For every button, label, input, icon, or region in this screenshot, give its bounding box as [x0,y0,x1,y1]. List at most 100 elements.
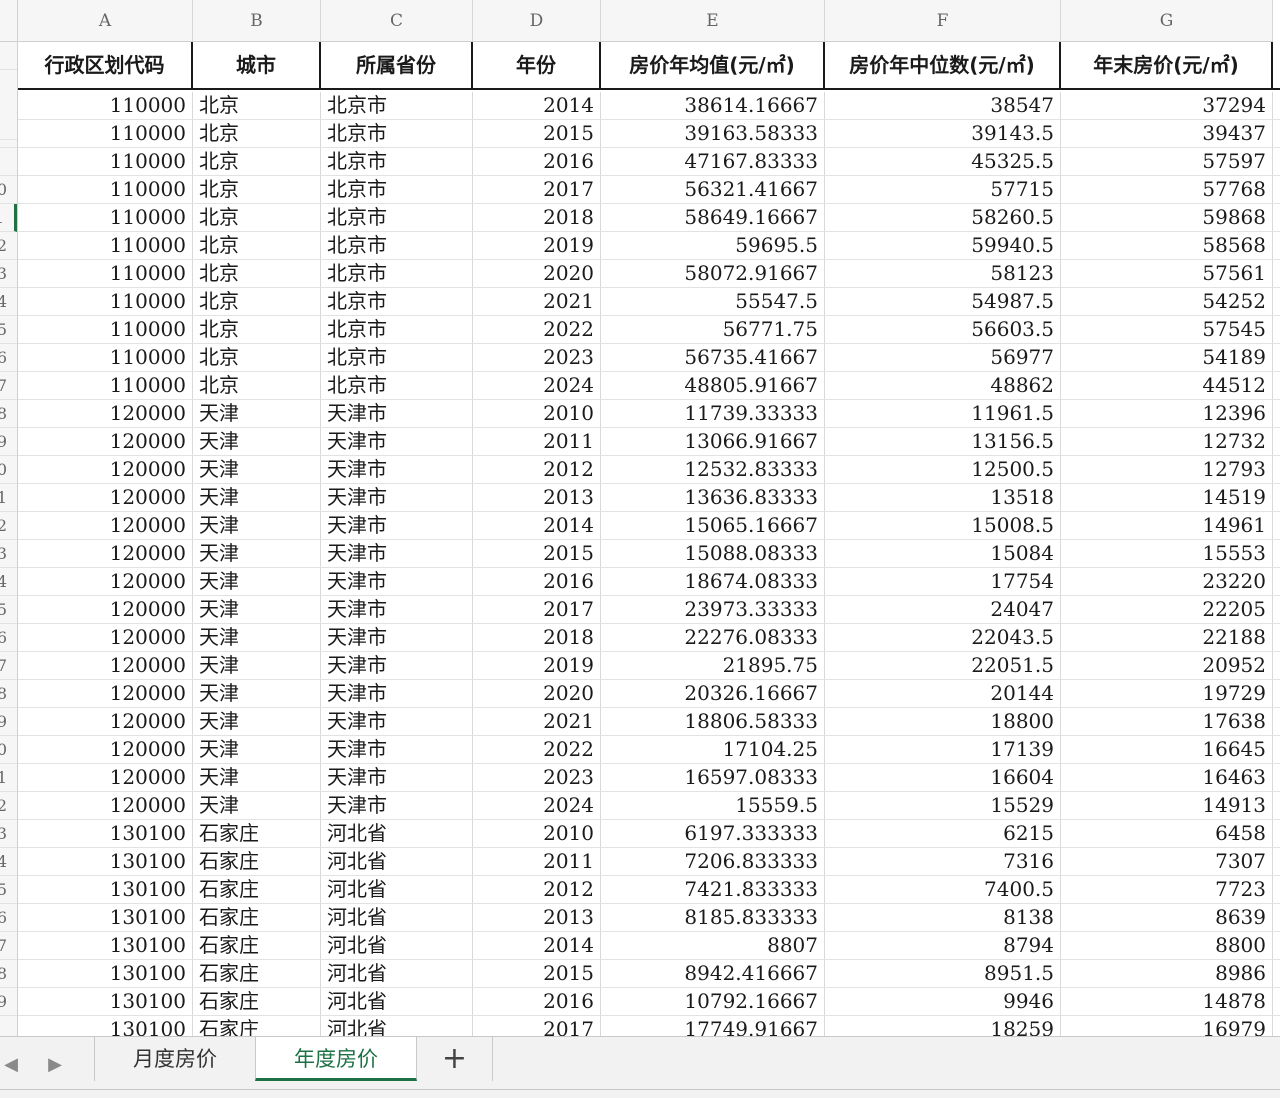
table-cell[interactable]: 石家庄 [193,848,321,875]
table-cell[interactable]: 12396 [1061,400,1273,427]
table-cell[interactable]: 8800 [1061,932,1273,959]
table-cell[interactable]: 58260.5 [825,204,1061,231]
row-header[interactable]: 0 [0,176,17,204]
table-cell[interactable]: 44512 [1061,372,1273,399]
table-cell[interactable]: 16645 [1061,736,1273,763]
column-header-c[interactable]: C [321,0,473,42]
header-cell[interactable]: 年份 [473,42,601,88]
table-cell[interactable]: 天津市 [321,736,473,763]
table-cell[interactable]: 2013 [473,904,601,931]
table-cell[interactable]: 58072.91667 [601,260,825,287]
table-cell[interactable]: 120000 [18,484,193,511]
table-cell[interactable]: 22051.5 [825,652,1061,679]
table-cell[interactable]: 天津 [193,484,321,511]
table-cell[interactable]: 55547.5 [601,288,825,315]
row-header[interactable] [0,148,17,176]
table-cell[interactable]: 13636.83333 [601,484,825,511]
column-header-f[interactable]: F [825,0,1061,42]
table-cell[interactable]: 110000 [18,232,193,259]
table-cell[interactable]: 天津 [193,512,321,539]
table-cell[interactable]: 130100 [18,904,193,931]
table-cell[interactable]: 2016 [473,148,601,175]
table-cell[interactable]: 14961 [1061,512,1273,539]
table-cell[interactable]: 120000 [18,764,193,791]
table-cell[interactable]: 120000 [18,400,193,427]
table-cell[interactable]: 120000 [18,540,193,567]
table-cell[interactable]: 石家庄 [193,988,321,1015]
table-cell[interactable]: 23973.33333 [601,596,825,623]
table-cell[interactable]: 110000 [18,372,193,399]
row-header[interactable]: 1 [0,484,17,512]
table-cell[interactable]: 54987.5 [825,288,1061,315]
table-cell[interactable]: 15065.16667 [601,512,825,539]
row-header[interactable]: 9 [0,428,17,456]
table-cell[interactable]: 45325.5 [825,148,1061,175]
table-cell[interactable]: 56771.75 [601,316,825,343]
table-cell[interactable]: 120000 [18,624,193,651]
tab-annual-prices[interactable]: 年度房价 [255,1037,417,1081]
table-cell[interactable]: 2012 [473,876,601,903]
table-cell[interactable]: 天津市 [321,400,473,427]
table-cell[interactable]: 天津市 [321,428,473,455]
table-cell[interactable]: 54252 [1061,288,1273,315]
table-cell[interactable]: 2015 [473,960,601,987]
table-cell[interactable]: 北京市 [321,148,473,175]
table-cell[interactable]: 2020 [473,680,601,707]
table-cell[interactable]: 14519 [1061,484,1273,511]
table-cell[interactable]: 北京市 [321,260,473,287]
table-cell[interactable]: 2019 [473,652,601,679]
row-header[interactable]: 2 [0,512,17,540]
table-cell[interactable]: 18259 [825,1016,1061,1036]
table-cell[interactable]: 58649.16667 [601,204,825,231]
table-cell[interactable]: 12532.83333 [601,456,825,483]
table-cell[interactable]: 天津 [193,596,321,623]
table-cell[interactable]: 河北省 [321,848,473,875]
table-cell[interactable]: 17139 [825,736,1061,763]
row-header[interactable] [0,42,17,70]
table-cell[interactable]: 57545 [1061,316,1273,343]
table-cell[interactable]: 天津市 [321,540,473,567]
table-cell[interactable]: 天津 [193,540,321,567]
table-cell[interactable]: 天津市 [321,596,473,623]
table-cell[interactable]: 17638 [1061,708,1273,735]
table-cell[interactable]: 57561 [1061,260,1273,287]
column-header-a[interactable]: A [18,0,193,42]
table-cell[interactable]: 120000 [18,596,193,623]
table-cell[interactable]: 8942.416667 [601,960,825,987]
table-cell[interactable]: 北京 [193,316,321,343]
table-cell[interactable]: 14913 [1061,792,1273,819]
table-cell[interactable]: 38614.16667 [601,92,825,119]
header-cell[interactable]: 年末房价(元/㎡) [1061,42,1273,88]
table-cell[interactable]: 14878 [1061,988,1273,1015]
table-cell[interactable]: 2023 [473,764,601,791]
row-header[interactable]: 0 [0,456,17,484]
table-cell[interactable]: 12732 [1061,428,1273,455]
column-header-g[interactable]: G [1061,0,1273,42]
table-cell[interactable]: 天津 [193,400,321,427]
table-cell[interactable]: 17754 [825,568,1061,595]
table-cell[interactable]: 18674.08333 [601,568,825,595]
table-cell[interactable]: 15008.5 [825,512,1061,539]
table-cell[interactable]: 天津 [193,764,321,791]
table-cell[interactable]: 18806.58333 [601,708,825,735]
table-cell[interactable]: 天津市 [321,764,473,791]
table-cell[interactable]: 天津市 [321,512,473,539]
select-all-corner[interactable] [0,0,18,42]
table-cell[interactable]: 110000 [18,316,193,343]
table-cell[interactable]: 2019 [473,232,601,259]
row-header[interactable]: 9 [0,708,17,736]
column-header-e[interactable]: E [601,0,825,42]
table-cell[interactable]: 39143.5 [825,120,1061,147]
table-cell[interactable]: 天津市 [321,680,473,707]
row-header[interactable]: 3 [0,820,17,848]
table-cell[interactable]: 天津 [193,456,321,483]
table-cell[interactable]: 130100 [18,820,193,847]
table-cell[interactable]: 110000 [18,204,193,231]
table-cell[interactable]: 8138 [825,904,1061,931]
header-cell[interactable]: 城市 [193,42,321,88]
table-cell[interactable]: 2020 [473,260,601,287]
table-cell[interactable]: 天津 [193,428,321,455]
table-cell[interactable]: 天津 [193,680,321,707]
table-cell[interactable]: 13066.91667 [601,428,825,455]
table-cell[interactable]: 16979 [1061,1016,1273,1036]
